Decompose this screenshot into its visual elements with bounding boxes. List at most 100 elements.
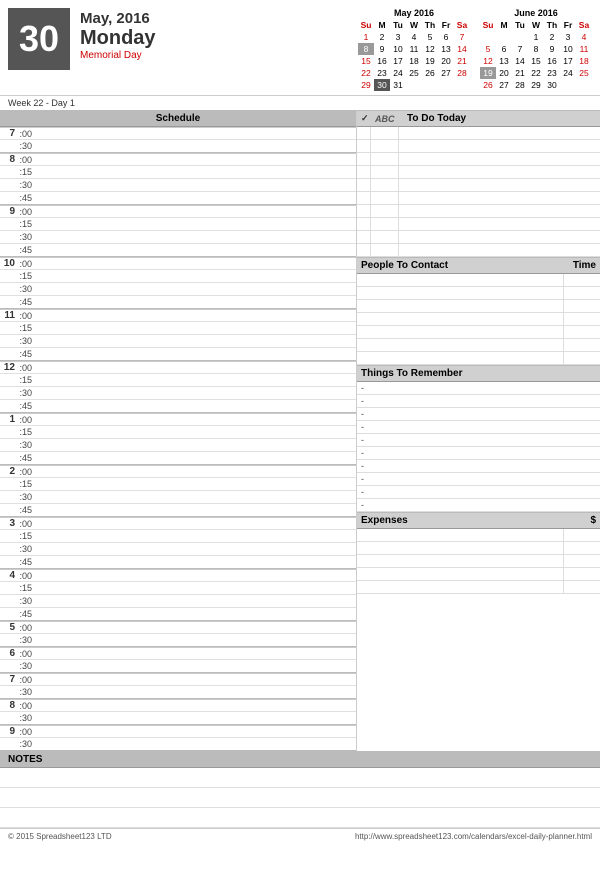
- schedule-slot-content[interactable]: [34, 414, 356, 425]
- todo-priority[interactable]: [371, 153, 399, 165]
- todo-text[interactable]: [399, 231, 600, 243]
- schedule-slot-content[interactable]: [34, 582, 356, 594]
- todo-checkbox[interactable]: [357, 192, 371, 204]
- todo-priority[interactable]: [371, 140, 399, 152]
- schedule-slot-content[interactable]: [34, 218, 356, 230]
- schedule-slot-content[interactable]: [34, 700, 356, 711]
- notes-row[interactable]: [0, 788, 600, 808]
- schedule-slot-content[interactable]: [34, 140, 356, 152]
- schedule-slot-content[interactable]: [34, 570, 356, 581]
- schedule-slot-content[interactable]: [34, 179, 356, 191]
- expense-description[interactable]: [357, 542, 564, 554]
- schedule-slot-content[interactable]: [34, 518, 356, 529]
- todo-text[interactable]: [399, 153, 600, 165]
- schedule-slot-content[interactable]: [34, 622, 356, 633]
- contact-name[interactable]: [357, 313, 564, 325]
- contact-time[interactable]: [564, 352, 600, 364]
- expense-description[interactable]: [357, 529, 564, 541]
- contact-time[interactable]: [564, 313, 600, 325]
- todo-text[interactable]: [399, 192, 600, 204]
- schedule-slot-content[interactable]: [34, 686, 356, 698]
- schedule-slot-content[interactable]: [34, 231, 356, 243]
- contact-time[interactable]: [564, 326, 600, 338]
- schedule-slot-content[interactable]: [34, 491, 356, 503]
- expense-amount[interactable]: [564, 568, 600, 580]
- notes-row[interactable]: [0, 768, 600, 788]
- schedule-slot-content[interactable]: [34, 387, 356, 399]
- expense-amount[interactable]: [564, 542, 600, 554]
- contact-name[interactable]: [357, 300, 564, 312]
- schedule-slot-content[interactable]: [34, 206, 356, 217]
- contact-time[interactable]: [564, 274, 600, 286]
- todo-checkbox[interactable]: [357, 153, 371, 165]
- expense-description[interactable]: [357, 568, 564, 580]
- todo-checkbox[interactable]: [357, 127, 371, 139]
- todo-checkbox[interactable]: [357, 244, 371, 256]
- contact-time[interactable]: [564, 287, 600, 299]
- expense-amount[interactable]: [564, 555, 600, 567]
- schedule-slot-content[interactable]: [34, 258, 356, 269]
- schedule-slot-content[interactable]: [34, 322, 356, 334]
- todo-priority[interactable]: [371, 205, 399, 217]
- schedule-slot-content[interactable]: [34, 726, 356, 737]
- schedule-slot-content[interactable]: [34, 128, 356, 139]
- todo-priority[interactable]: [371, 244, 399, 256]
- todo-text[interactable]: [399, 166, 600, 178]
- schedule-slot-content[interactable]: [34, 530, 356, 542]
- schedule-slot-content[interactable]: [34, 452, 356, 464]
- todo-priority[interactable]: [371, 192, 399, 204]
- schedule-slot-content[interactable]: [34, 400, 356, 412]
- todo-checkbox[interactable]: [357, 218, 371, 230]
- schedule-slot-content[interactable]: [34, 738, 356, 750]
- schedule-slot-content[interactable]: [34, 595, 356, 607]
- schedule-slot-content[interactable]: [34, 192, 356, 204]
- schedule-slot-content[interactable]: [34, 426, 356, 438]
- todo-checkbox[interactable]: [357, 205, 371, 217]
- todo-checkbox[interactable]: [357, 140, 371, 152]
- contact-name[interactable]: [357, 352, 564, 364]
- schedule-slot-content[interactable]: [34, 439, 356, 451]
- schedule-slot-content[interactable]: [34, 556, 356, 568]
- todo-text[interactable]: [399, 244, 600, 256]
- expense-description[interactable]: [357, 555, 564, 567]
- schedule-slot-content[interactable]: [34, 466, 356, 477]
- todo-priority[interactable]: [371, 166, 399, 178]
- schedule-slot-content[interactable]: [34, 374, 356, 386]
- schedule-slot-content[interactable]: [34, 504, 356, 516]
- todo-checkbox[interactable]: [357, 166, 371, 178]
- schedule-slot-content[interactable]: [34, 543, 356, 555]
- contact-name[interactable]: [357, 274, 564, 286]
- schedule-slot-content[interactable]: [34, 362, 356, 373]
- schedule-slot-content[interactable]: [34, 283, 356, 295]
- expense-amount[interactable]: [564, 529, 600, 541]
- schedule-slot-content[interactable]: [34, 348, 356, 360]
- schedule-slot-content[interactable]: [34, 478, 356, 490]
- schedule-slot-content[interactable]: [34, 634, 356, 646]
- schedule-slot-content[interactable]: [34, 166, 356, 178]
- contact-time[interactable]: [564, 339, 600, 351]
- schedule-slot-content[interactable]: [34, 660, 356, 672]
- contact-time[interactable]: [564, 300, 600, 312]
- schedule-slot-content[interactable]: [34, 335, 356, 347]
- todo-priority[interactable]: [371, 179, 399, 191]
- expense-description[interactable]: [357, 581, 564, 593]
- expense-amount[interactable]: [564, 581, 600, 593]
- notes-row[interactable]: [0, 808, 600, 828]
- schedule-slot-content[interactable]: [34, 712, 356, 724]
- schedule-slot-content[interactable]: [34, 244, 356, 256]
- todo-text[interactable]: [399, 179, 600, 191]
- todo-text[interactable]: [399, 127, 600, 139]
- schedule-slot-content[interactable]: [34, 608, 356, 620]
- todo-text[interactable]: [399, 205, 600, 217]
- schedule-slot-content[interactable]: [34, 296, 356, 308]
- schedule-slot-content[interactable]: [34, 648, 356, 659]
- schedule-slot-content[interactable]: [34, 674, 356, 685]
- schedule-slot-content[interactable]: [34, 310, 356, 321]
- contact-name[interactable]: [357, 287, 564, 299]
- todo-priority[interactable]: [371, 127, 399, 139]
- contact-name[interactable]: [357, 326, 564, 338]
- schedule-slot-content[interactable]: [34, 154, 356, 165]
- todo-priority[interactable]: [371, 231, 399, 243]
- schedule-slot-content[interactable]: [34, 270, 356, 282]
- todo-checkbox[interactable]: [357, 179, 371, 191]
